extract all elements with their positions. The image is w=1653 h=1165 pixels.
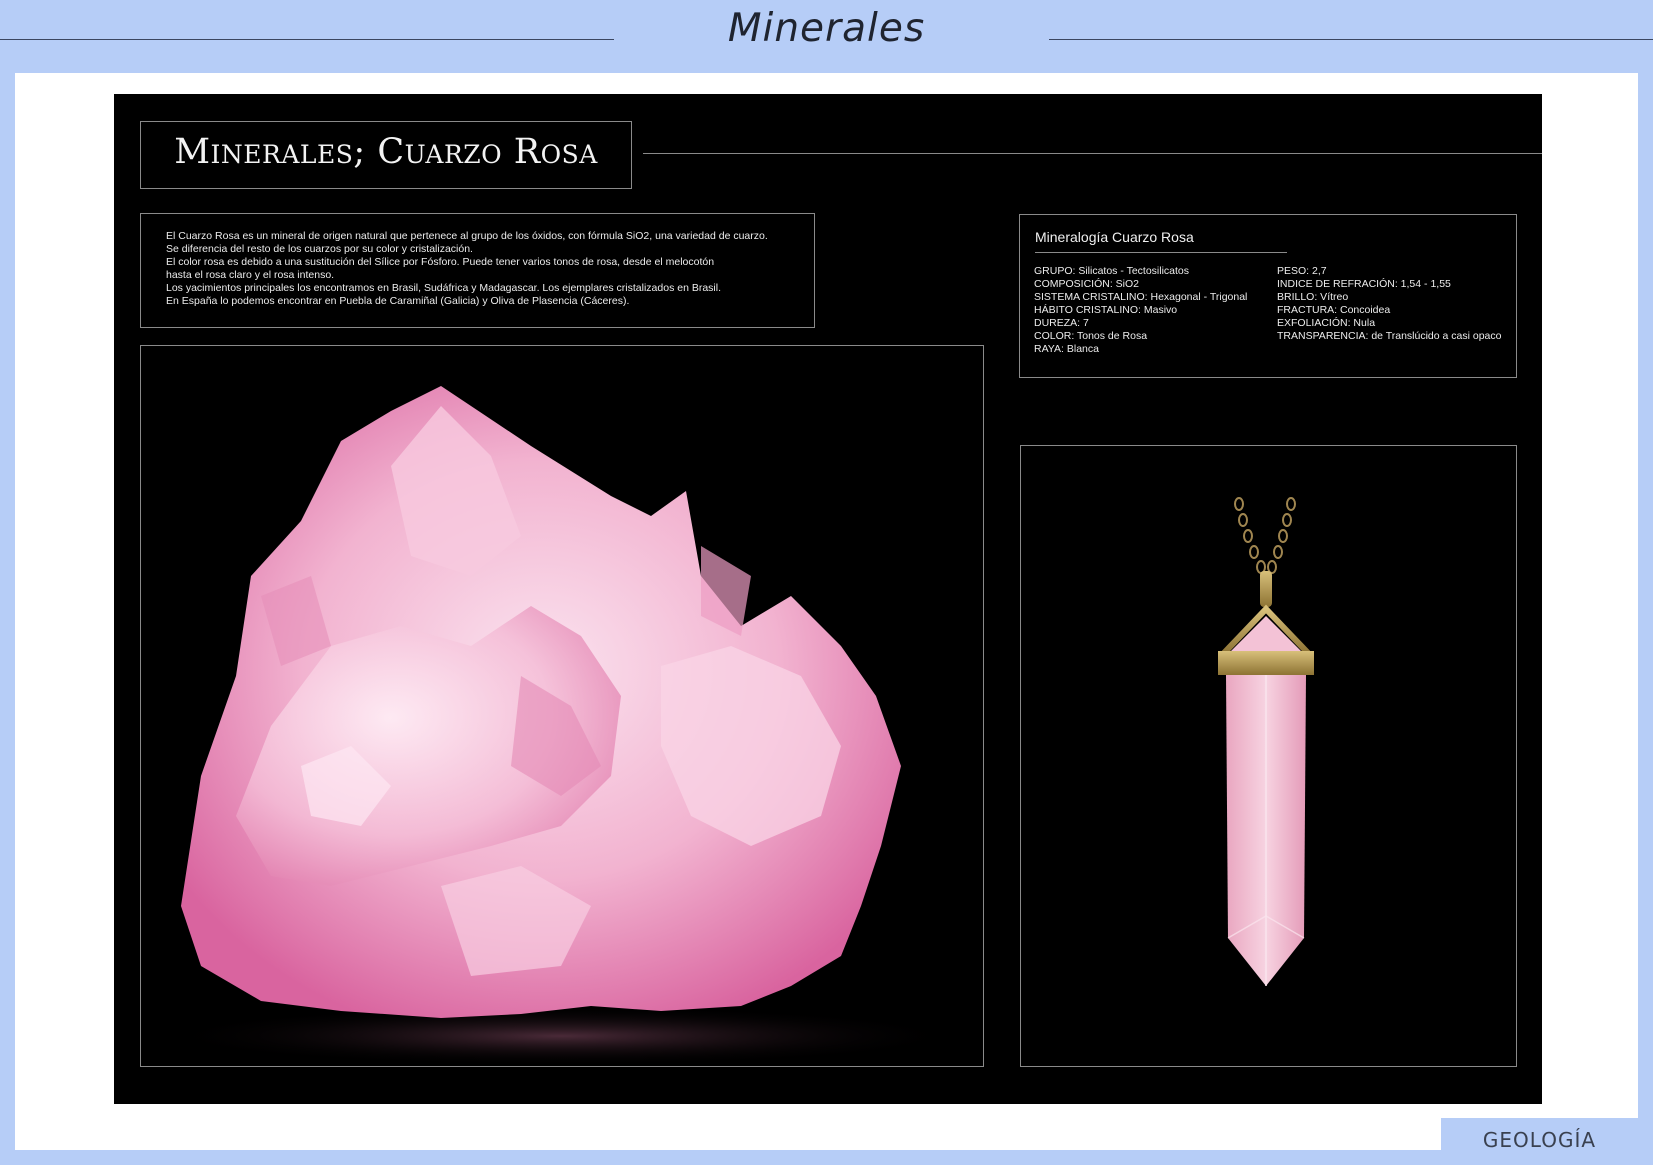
property-line: DUREZA: 7 [1034,317,1089,329]
property-line: BRILLO: Vítreo [1277,291,1349,303]
mineralogy-title: Mineralogía Cuarzo Rosa [1035,229,1194,245]
description-line: Se diferencia del resto de los cuarzos p… [166,243,473,255]
crystal-illustration [161,386,961,1066]
property-line: SISTEMA CRISTALINO: Hexagonal - Trigonal [1034,291,1248,303]
description-line: El color rosa es debido a una sustitució… [166,256,715,268]
property-line: GRUPO: Silicatos - Tectosilicatos [1034,265,1190,277]
pendant-illustration [1218,497,1314,986]
mineral-panel: Minerales; Cuarzo Rosa El Cuarzo Rosa es… [114,94,1542,1104]
mineralogy-right-column: PESO: 2,7 INDICE DE REFRACIÓN: 1,54 - 1,… [1277,265,1501,343]
mineral-title: Minerales; Cuarzo Rosa [174,132,598,172]
pendant-image [1020,445,1517,1067]
description-text: El Cuarzo Rosa es un mineral de origen n… [166,230,806,308]
header-rule-right [1049,39,1653,40]
description-line: El Cuarzo Rosa es un mineral de origen n… [166,230,768,242]
property-line: COMPOSICIÓN: SiO2 [1034,278,1140,290]
mineralogy-box: Mineralogía Cuarzo Rosa GRUPO: Silicatos… [1019,214,1517,378]
title-box: Minerales; Cuarzo Rosa [140,121,632,189]
property-line: PESO: 2,7 [1277,265,1327,277]
property-line: RAYA: Blanca [1034,343,1099,355]
property-line: INDICE DE REFRACIÓN: 1,54 - 1,55 [1277,278,1451,290]
property-line: TRANSPARENCIA: de Translúcido a casi opa… [1277,330,1502,342]
property-line: COLOR: Tonos de Rosa [1034,330,1148,342]
page-title: Minerales [727,6,926,51]
description-box: El Cuarzo Rosa es un mineral de origen n… [140,213,815,328]
property-line: HÁBITO CRISTALINO: Masivo [1034,304,1178,316]
property-line: FRACTURA: Concoidea [1277,304,1391,316]
footer-label: GEOLOGÍA [1482,1128,1597,1152]
rose-quartz-crystal-image [140,345,984,1067]
title-rule [643,153,1542,154]
property-line: EXFOLIACIÓN: Nula [1277,317,1376,329]
mineralogy-left-column: GRUPO: Silicatos - Tectosilicatos COMPOS… [1034,265,1247,356]
description-line: hasta el rosa claro y el rosa intenso. [166,269,335,281]
mineralogy-rule [1035,252,1287,253]
description-line: En España lo podemos encontrar en Puebla… [166,295,630,307]
description-line: Los yacimientos principales los encontra… [166,282,722,294]
